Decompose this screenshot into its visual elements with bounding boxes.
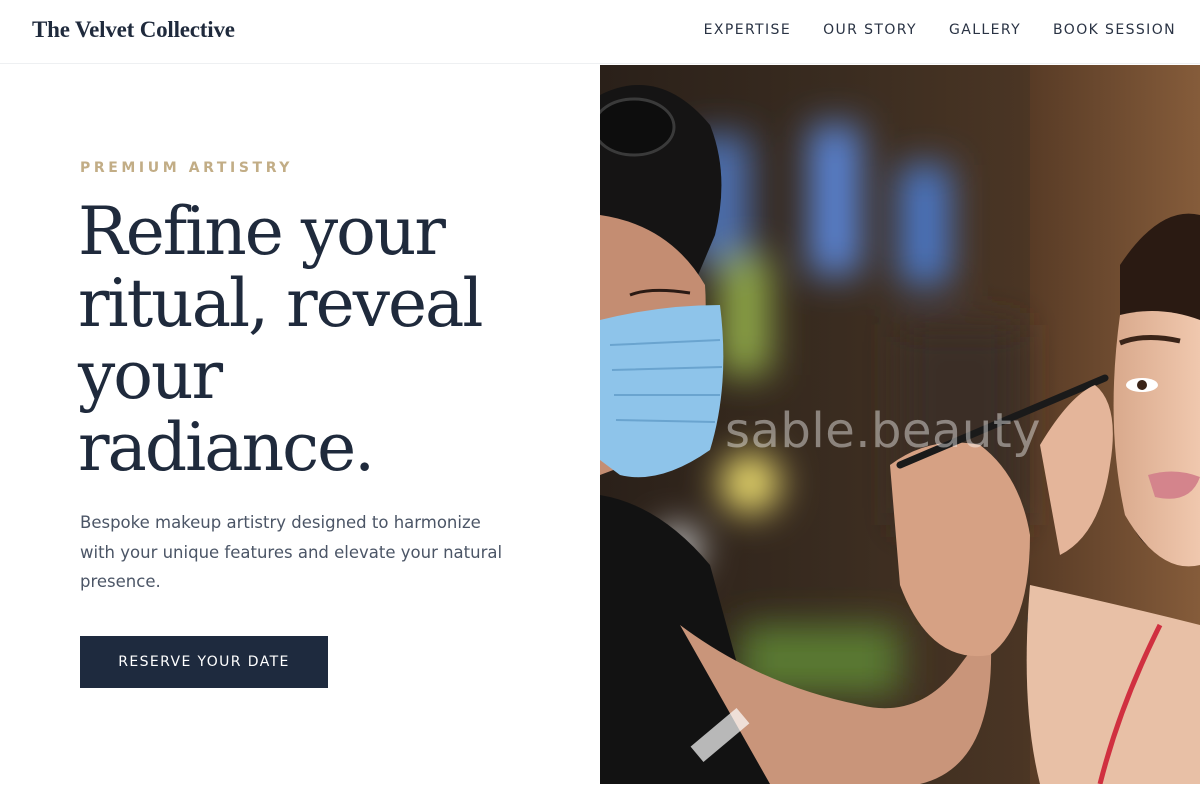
nav-our-story[interactable]: OUR STORY: [823, 20, 917, 40]
nav-expertise[interactable]: EXPERTISE: [704, 20, 791, 40]
nav-gallery[interactable]: GALLERY: [949, 20, 1021, 40]
watermark-text: sable.beauty: [725, 403, 1042, 459]
hero-headline: Refine your ritual, reveal your radiance…: [78, 196, 558, 484]
site-header: The Velvet Collective EXPERTISE OUR STOR…: [0, 0, 1200, 64]
brand-logo[interactable]: The Velvet Collective: [32, 17, 235, 43]
main-nav: EXPERTISE OUR STORY GALLERY BOOK SESSION: [704, 20, 1176, 40]
nav-book-session[interactable]: BOOK SESSION: [1053, 20, 1176, 40]
headline-line-1: Refine your: [78, 193, 446, 270]
hero-photo: sable.beauty: [600, 65, 1200, 784]
headline-line-4: radiance.: [78, 409, 375, 486]
reserve-date-button[interactable]: RESERVE YOUR DATE: [80, 636, 328, 688]
hero-eyebrow: PREMIUM ARTISTRY: [80, 160, 294, 176]
headline-line-2: ritual, reveal: [78, 265, 484, 342]
headline-line-3: your: [78, 337, 223, 414]
hero-subtext: Bespoke makeup artistry designed to harm…: [80, 513, 503, 591]
